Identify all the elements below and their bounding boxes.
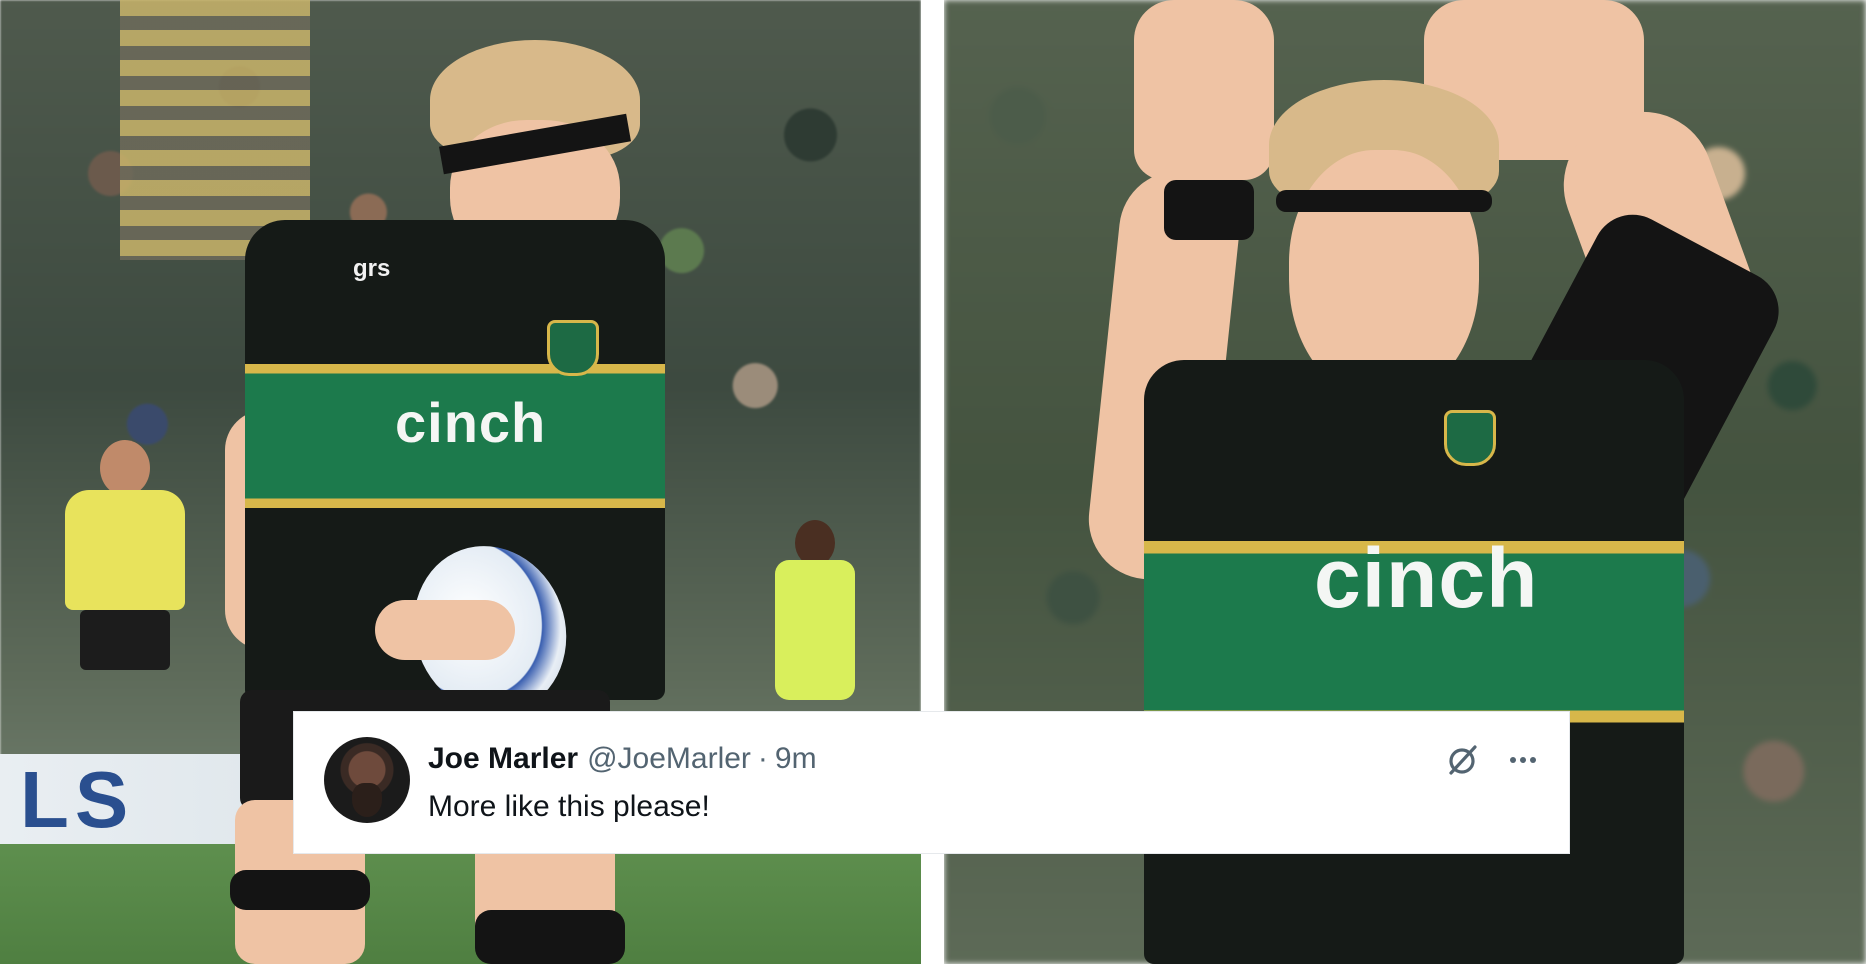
left-shoulder-sponsor: grs bbox=[353, 255, 391, 282]
tweet-header: Joe Marler @JoeMarler · 9m bbox=[428, 740, 817, 778]
tweet-text: More like this please! bbox=[428, 790, 710, 823]
more-icon[interactable] bbox=[1505, 742, 1541, 778]
avatar[interactable] bbox=[324, 737, 410, 823]
display-name[interactable]: Joe Marler bbox=[428, 740, 578, 778]
right-player-jersey bbox=[1144, 360, 1684, 964]
club-crest bbox=[547, 320, 599, 376]
grok-icon[interactable] bbox=[1445, 742, 1481, 778]
user-handle[interactable]: @JoeMarler bbox=[587, 740, 751, 778]
hoarding-text: LS bbox=[20, 755, 135, 844]
post-image: LS grs cinch cinch Joe Marler @JoeMarler… bbox=[0, 0, 1866, 964]
referee bbox=[45, 420, 195, 700]
separator-dot: · bbox=[757, 742, 768, 775]
right-shirt-sponsor: cinch bbox=[1314, 531, 1539, 625]
tweet-card[interactable]: Joe Marler @JoeMarler · 9m More like thi… bbox=[293, 711, 1570, 854]
club-crest-right bbox=[1444, 410, 1496, 466]
timestamp[interactable]: 9m bbox=[775, 740, 817, 778]
left-shirt-sponsor: cinch bbox=[395, 391, 547, 454]
steward bbox=[765, 520, 865, 700]
